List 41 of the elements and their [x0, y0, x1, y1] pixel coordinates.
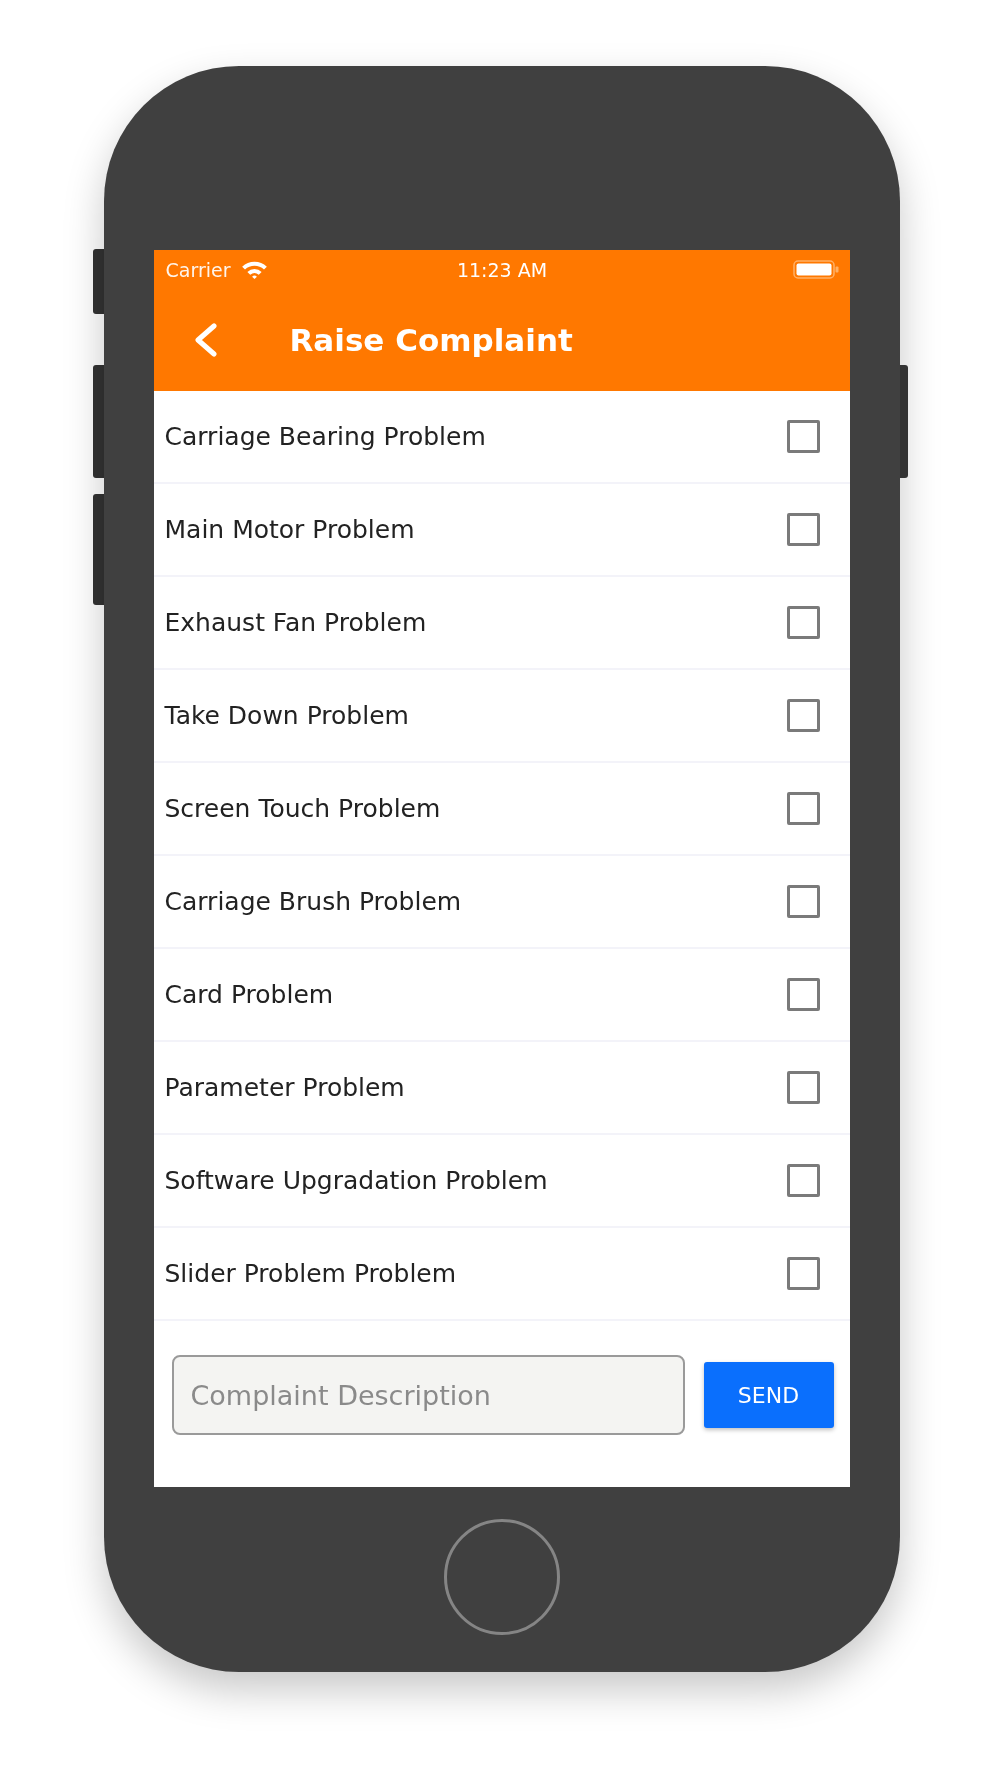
checkbox[interactable]: [786, 978, 820, 1011]
checkbox[interactable]: [786, 420, 820, 453]
carrier-name: Carrier: [165, 258, 231, 281]
complaint-label: Carriage Brush Problem: [164, 887, 462, 916]
checkbox[interactable]: [786, 885, 820, 918]
complaint-label: Exhaust Fan Problem: [164, 608, 427, 637]
complaint-label: Parameter Problem: [164, 1073, 405, 1102]
complaint-row[interactable]: Carriage Bearing Problem: [153, 391, 850, 484]
complaint-row[interactable]: Slider Problem Problem: [153, 1228, 850, 1321]
complaint-label: Software Upgradation Problem: [164, 1166, 548, 1195]
complaint-label: Main Motor Problem: [164, 515, 415, 544]
description-field[interactable]: Complaint Description: [171, 1355, 685, 1435]
complaint-row[interactable]: Main Motor Problem: [153, 484, 850, 577]
send-button[interactable]: SEND: [703, 1362, 834, 1428]
side-button[interactable]: [92, 365, 104, 478]
status-time: 11:23 AM: [456, 258, 548, 281]
wifi-icon: [241, 260, 269, 279]
screen-title: Raise Complaint: [289, 322, 573, 358]
home-button[interactable]: [443, 1519, 560, 1635]
checkbox[interactable]: [786, 513, 820, 546]
complaint-label: Take Down Problem: [164, 701, 409, 730]
side-button[interactable]: [92, 494, 104, 605]
checkbox[interactable]: [786, 699, 820, 732]
complaint-row[interactable]: Exhaust Fan Problem: [153, 577, 850, 670]
complaint-row[interactable]: Take Down Problem: [153, 670, 850, 763]
complaint-row[interactable]: Screen Touch Problem: [153, 763, 850, 856]
side-button[interactable]: [92, 249, 104, 314]
checkbox[interactable]: [786, 606, 820, 639]
complaint-label: Card Problem: [164, 980, 334, 1009]
complaint-label: Slider Problem Problem: [164, 1259, 457, 1288]
complaint-row[interactable]: Software Upgradation Problem: [153, 1135, 850, 1228]
checkbox[interactable]: [786, 1071, 820, 1104]
checkbox[interactable]: [786, 1164, 820, 1197]
battery-icon: [792, 260, 839, 279]
complaint-row[interactable]: Parameter Problem: [153, 1042, 850, 1135]
checkbox[interactable]: [786, 792, 820, 825]
complaint-label: Screen Touch Problem: [164, 794, 441, 823]
checkbox[interactable]: [786, 1257, 820, 1290]
complaint-row[interactable]: Card Problem: [153, 949, 850, 1042]
complaint-row[interactable]: Carriage Brush Problem: [153, 856, 850, 949]
complaint-label: Carriage Bearing Problem: [164, 422, 486, 451]
